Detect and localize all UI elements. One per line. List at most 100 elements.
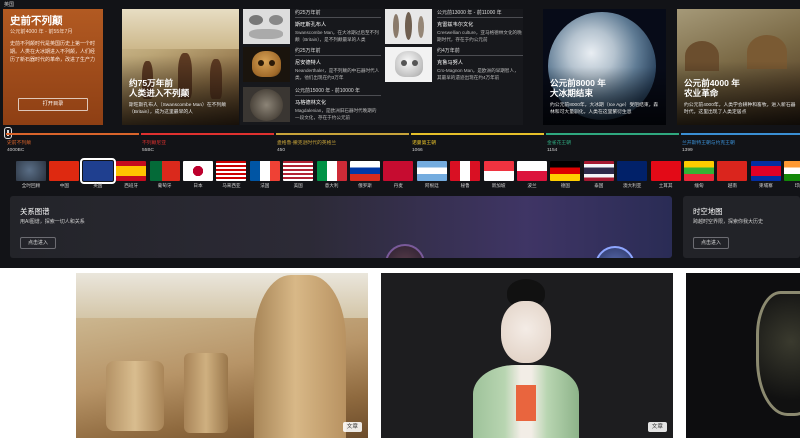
timeline-segment[interactable] (276, 133, 409, 135)
event-card-ice-age-end[interactable]: 公元前8000 年 大冰期结束 约公元前8000年，大冰期（Ice Age）受阻… (543, 9, 666, 125)
era-name: 盎格鲁-撒克逊时代的英格兰 (277, 141, 337, 146)
flag-6[interactable] (183, 161, 213, 181)
timeline-segment[interactable] (681, 133, 800, 135)
flag-14[interactable] (450, 161, 481, 181)
flag-label: 新加坡 (491, 183, 506, 188)
vessel-image (756, 291, 800, 416)
flag-label: 日本 (193, 183, 203, 188)
event-item[interactable]: 公元前13000 年 - 前11000 年 克雷兹韦尔文化 Creswellia… (385, 9, 523, 46)
event-item[interactable]: 约25万年前 斯旺斯孔布人 Swanscombe Man，在大冰期过后至不列颠（… (243, 9, 383, 46)
event-item[interactable]: 公元前15000 年 - 前10000 年 马格德林文化 Magdalenian… (243, 87, 383, 124)
gallery-item-temple[interactable]: 文章 (76, 273, 368, 438)
event-item[interactable]: 约4万年前 克鲁马努人 Cro-Magnon Man，是欧洲的早期智人，其最早的… (385, 47, 523, 84)
flag-10[interactable] (316, 161, 347, 181)
flag-13[interactable] (416, 161, 447, 181)
era-year: 450 (277, 148, 286, 153)
flag-4[interactable] (116, 161, 147, 181)
flag-8[interactable] (249, 161, 280, 181)
flag-15[interactable] (483, 161, 514, 181)
skull-thumbnail (385, 47, 432, 82)
event-item-desc: Swanscombe Man，在大冰期过后至不列颠（Britain），是不列颠最… (295, 30, 379, 42)
flag-16[interactable] (517, 161, 547, 181)
flag-18[interactable] (583, 161, 614, 181)
timeline-segment[interactable] (546, 133, 679, 135)
era-name: 史前不列颠 (7, 141, 31, 146)
event-item-date: 约25万年前 (295, 47, 381, 56)
flag-5[interactable] (149, 161, 180, 181)
era-description: 史前不列颠时代是英国历史上第一个时期。人类在大冰期进入不列颠，人们经历了新石器时… (10, 41, 96, 63)
flag-label: 美国 (293, 183, 303, 188)
event-item-name: 克雷兹韦尔文化 (437, 22, 474, 28)
event-date: 约75万年前 (129, 78, 173, 88)
era-year: 1399 (682, 148, 693, 153)
era-title: 史前不列颠 (10, 15, 63, 27)
flag-label: 马来西亚 (222, 183, 241, 188)
era-marker[interactable]: 盎格鲁-撒克逊时代的英格兰 450 (277, 140, 336, 154)
event-date: 公元前4000 年 (684, 78, 740, 88)
event-item-date: 约25万年前 (295, 9, 381, 18)
flag-2[interactable] (49, 161, 80, 181)
event-card-agriculture[interactable]: 公元前4000 年 农业革命 约公元前4000年，人类学会耕种和畜牧，进入新石器… (677, 9, 800, 125)
flag-19[interactable] (617, 161, 648, 181)
event-item-desc: Cro-Magnon Man，是欧洲的早期智人，其最早的遗迹出现在约4万年前 (437, 68, 519, 80)
flag-label: 阿根廷 (424, 183, 439, 188)
pillar-image (106, 361, 164, 431)
card-title: 时空地图 (693, 207, 723, 216)
flag-label: 葡萄牙 (157, 183, 172, 188)
flag-1[interactable] (16, 161, 46, 181)
timeline-segment[interactable] (6, 133, 139, 135)
era-marker[interactable]: 史前不列颠 4000BC (7, 140, 31, 154)
era-marker[interactable]: 金雀花王朝 1154 (547, 140, 571, 154)
flag-23[interactable] (750, 161, 781, 181)
pillar-image (184, 353, 228, 433)
flag-24[interactable] (784, 161, 800, 181)
era-marker[interactable]: 兰开斯特王朝与约克王朝 1399 (682, 140, 735, 154)
flag-label: 澳大利亚 (622, 183, 642, 188)
era-year: 1154 (547, 148, 558, 153)
gallery-item-figure[interactable]: 文章 (381, 273, 673, 438)
flag-20[interactable] (650, 161, 681, 181)
enter-button[interactable]: 点击进入 (693, 237, 729, 249)
flag-17[interactable] (550, 161, 581, 181)
flag-21[interactable] (684, 161, 714, 181)
spacetime-map-card[interactable]: 时空地图 跨越时空界限，探索你我大历史 点击进入 (683, 196, 800, 258)
card-desc: 跨越时空界限，探索你我大历史 (693, 219, 764, 225)
flag-3[interactable] (79, 158, 116, 184)
open-catalog-button[interactable]: 打开目录 (18, 98, 88, 111)
event-card-humans-enter[interactable]: 约75万年前 人类进入不列颠 斯旺斯孔布人（Swanscombe Man）在不列… (122, 9, 239, 125)
event-title: 大冰期结束 (550, 88, 593, 98)
flag-label: 西班牙 (124, 183, 139, 188)
history-app: 英国 史前不列颠 公元前4000 年 - 前55年7月 史前不列颠时代是英国历史… (0, 0, 800, 268)
relationship-graph-card[interactable]: 关系图谱 用AI图谱，探索一切人和关系 点击进入 (10, 196, 672, 258)
era-marker[interactable]: 诺曼第王朝 1066 (412, 140, 436, 154)
flag-label: 缅甸 (694, 183, 704, 188)
flag-label: 俄罗斯 (358, 183, 372, 188)
flag-label: 全时回顾 (21, 183, 41, 188)
flag-label: 秘鲁 (460, 183, 470, 188)
flag-12[interactable] (383, 161, 414, 181)
era-marker[interactable]: 不列颠尼亚 55BC (142, 140, 166, 154)
event-desc: 约公元前8000年，大冰期（Ice Age）受阻结束，森林和可大量驯化，人类在这… (550, 103, 659, 115)
era-name: 诺曼第王朝 (412, 141, 436, 146)
timeline-segment[interactable] (141, 133, 274, 135)
flag-22[interactable] (717, 161, 748, 181)
flag-label: 法国 (260, 183, 270, 188)
flag-label: 印度 (794, 183, 800, 188)
event-desc: 约公元前4000年，人类学会耕种和畜牧，进入新石器时代，这里出现了人类定居点 (684, 103, 796, 115)
event-item[interactable]: 约25万年前 尼安德特人 Neanderthaler，是不列颠的中石器时代人类，… (243, 47, 383, 84)
tools-thumbnail (385, 9, 432, 44)
country-tag: 英国 (4, 2, 15, 8)
flag-11[interactable] (350, 161, 380, 181)
event-item-name: 马格德林文化 (295, 100, 327, 106)
skull-thumbnail (243, 9, 290, 44)
graph-node-image (385, 244, 425, 258)
timeline-segment[interactable] (411, 133, 544, 135)
flag-9[interactable] (283, 161, 314, 181)
flag-7[interactable] (216, 161, 247, 181)
pillar-image (254, 275, 346, 438)
card-title: 关系图谱 (20, 207, 50, 216)
event-desc: 斯旺斯孔布人（Swanscombe Man）在不列颠（Britain），成为这里… (129, 103, 227, 115)
event-item-text: 约25万年前 斯旺斯孔布人 Swanscombe Man，在大冰期过后至不列颠（… (295, 9, 381, 43)
gallery-item-vessel[interactable] (686, 273, 800, 438)
enter-button[interactable]: 点击进入 (20, 237, 56, 249)
